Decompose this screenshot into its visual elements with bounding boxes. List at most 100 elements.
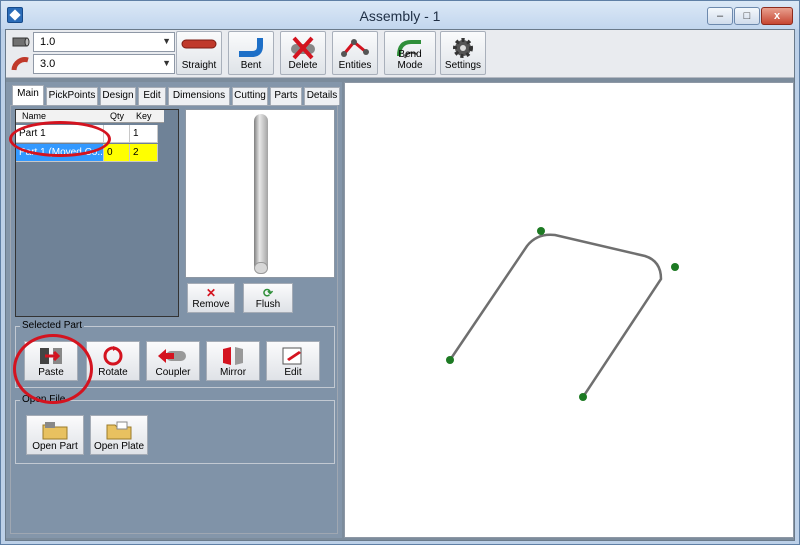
table-row[interactable]: Part 1 (Moved Co... 0 2 xyxy=(16,144,164,162)
remove-button-label: Remove xyxy=(192,299,230,310)
tube-end-cap xyxy=(254,262,268,274)
remove-button[interactable]: ✕ Remove xyxy=(187,283,235,313)
column-header-name[interactable]: Name xyxy=(22,111,46,121)
table-row[interactable]: Part 1 1 xyxy=(16,125,164,143)
tab-cutting[interactable]: Cutting xyxy=(232,87,268,105)
pickpoint-marker xyxy=(579,393,587,401)
grid-header: Name Qty Key xyxy=(16,110,164,123)
maximize-button[interactable]: □ xyxy=(734,7,760,25)
close-button[interactable]: x xyxy=(761,7,793,25)
3d-viewport[interactable] xyxy=(344,82,794,538)
tube-preview-image xyxy=(254,114,268,272)
straight-button[interactable]: Straight xyxy=(176,31,222,75)
flush-button-label: Flush xyxy=(255,299,281,310)
diameter-select[interactable]: 1.0 ▼ xyxy=(33,32,175,52)
paste-button-label: Paste xyxy=(38,367,64,378)
open-file-group: Open File Open Part Open Plate xyxy=(15,394,335,464)
rotate-button-label: Rotate xyxy=(98,367,128,378)
column-header-key[interactable]: Key xyxy=(136,111,152,121)
left-panel: Main PickPoints Design Edit Dimensions C… xyxy=(6,82,342,538)
bend-mode-button[interactable]: Bend Mode xyxy=(384,31,436,75)
straight-tube-icon xyxy=(181,39,217,49)
cell-qty[interactable]: 0 xyxy=(104,144,130,162)
bend-mode-button-label: Bend Mode xyxy=(397,49,423,71)
bent-tube-icon xyxy=(239,38,263,57)
pickpoint-marker xyxy=(446,356,454,364)
client-area: 1.0 ▼ 3.0 ▼ Straight Bent Delete Entitie… xyxy=(5,29,795,541)
open-part-label: Open Part xyxy=(32,441,78,452)
tab-parts[interactable]: Parts xyxy=(270,87,302,105)
cell-key[interactable]: 1 xyxy=(130,125,158,143)
parts-grid[interactable]: Name Qty Key Part 1 1 Part 1 (Moved Co..… xyxy=(15,109,179,317)
open-plate-button[interactable]: Open Plate xyxy=(90,415,148,455)
diameter-value: 1.0 xyxy=(40,36,56,48)
entities-icon xyxy=(341,39,369,57)
delete-button-label: Delete xyxy=(288,60,318,71)
radius-combo[interactable]: 3.0 ▼ xyxy=(9,54,175,74)
delete-button[interactable]: Delete xyxy=(280,31,326,75)
flush-button[interactable]: ⟳ Flush xyxy=(243,283,293,313)
part-preview xyxy=(185,109,335,278)
folder-icon xyxy=(42,422,68,440)
radius-select[interactable]: 3.0 ▼ xyxy=(33,54,175,74)
chevron-down-icon[interactable]: ▼ xyxy=(162,58,171,68)
cell-name[interactable]: Part 1 (Moved Co... xyxy=(16,144,104,162)
tab-pickpoints[interactable]: PickPoints xyxy=(46,87,98,105)
remove-icon: ✕ xyxy=(205,286,217,300)
edit-part-button[interactable]: Edit xyxy=(266,341,320,381)
cell-qty[interactable] xyxy=(104,125,130,143)
main-tab-panel: Name Qty Key Part 1 1 Part 1 (Moved Co..… xyxy=(10,105,338,534)
title-bar[interactable]: Assembly - 1 – □ x xyxy=(1,1,799,29)
mirror-button-label: Mirror xyxy=(219,367,247,378)
settings-button-label: Settings xyxy=(444,60,482,71)
folder-icon xyxy=(106,421,132,440)
tab-details[interactable]: Details xyxy=(304,87,340,105)
paste-button[interactable]: Paste xyxy=(24,341,78,381)
edit-icon xyxy=(282,347,302,365)
edit-button-label: Edit xyxy=(284,367,302,378)
delete-icon xyxy=(291,36,315,60)
bent-tube-path xyxy=(448,233,663,399)
tab-edit[interactable]: Edit xyxy=(138,87,166,105)
cell-name[interactable]: Part 1 xyxy=(16,125,104,143)
tab-main[interactable]: Main xyxy=(12,85,44,105)
coupler-button[interactable]: Coupler xyxy=(146,341,200,381)
minimize-button[interactable]: – xyxy=(707,7,733,25)
selected-part-title: Selected Part xyxy=(20,320,85,331)
pickpoint-marker xyxy=(537,227,545,235)
open-plate-label: Open Plate xyxy=(93,441,145,452)
tube-diameter-icon xyxy=(12,37,30,47)
app-window: Assembly - 1 – □ x 1.0 ▼ 3.0 ▼ Straight … xyxy=(0,0,800,545)
paste-icon xyxy=(40,348,62,364)
diameter-combo[interactable]: 1.0 ▼ xyxy=(9,32,175,52)
coupler-button-label: Coupler xyxy=(155,367,191,378)
straight-button-label: Straight xyxy=(181,60,217,71)
refresh-icon: ⟳ xyxy=(262,286,274,300)
settings-button[interactable]: Settings xyxy=(440,31,486,75)
mirror-icon xyxy=(223,347,243,365)
mirror-button[interactable]: Mirror xyxy=(206,341,260,381)
entities-button[interactable]: Entities xyxy=(332,31,378,75)
window-title: Assembly - 1 xyxy=(359,8,441,24)
coupler-icon xyxy=(158,349,186,363)
column-header-qty[interactable]: Qty xyxy=(110,111,124,121)
selected-part-group: Selected Part Paste Rotate Coupler Mirro… xyxy=(15,320,335,388)
open-file-title: Open File xyxy=(20,394,68,405)
gear-icon xyxy=(453,38,473,58)
tube-drawing xyxy=(446,227,679,401)
cell-key[interactable]: 2 xyxy=(130,144,158,162)
tab-strip: Main PickPoints Design Edit Dimensions C… xyxy=(10,85,340,105)
bend-radius-icon xyxy=(11,57,29,71)
open-part-button[interactable]: Open Part xyxy=(26,415,84,455)
chevron-down-icon[interactable]: ▼ xyxy=(162,36,171,46)
tab-design[interactable]: Design xyxy=(100,87,136,105)
pickpoint-marker xyxy=(671,263,679,271)
entities-button-label: Entities xyxy=(338,60,372,71)
toolbar: 1.0 ▼ 3.0 ▼ Straight Bent Delete Entitie… xyxy=(6,30,794,78)
bent-button[interactable]: Bent xyxy=(228,31,274,75)
tab-dimensions[interactable]: Dimensions xyxy=(168,87,230,105)
rotate-button[interactable]: Rotate xyxy=(86,341,140,381)
rotate-icon xyxy=(103,346,123,366)
bent-button-label: Bent xyxy=(240,60,262,71)
radius-value: 3.0 xyxy=(40,58,56,70)
